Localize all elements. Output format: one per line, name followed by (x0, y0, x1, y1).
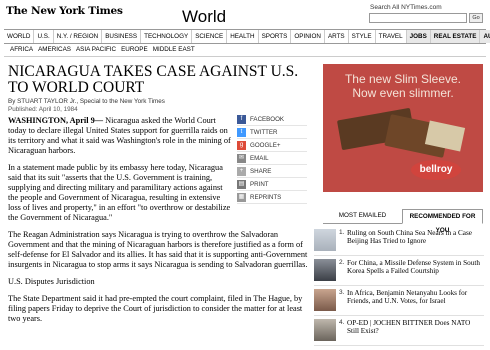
share-print-button[interactable]: ▤ PRINT (237, 178, 307, 191)
ad-subheadline: Now even slimmer. (352, 86, 454, 100)
subnav-item-middle-east[interactable]: MIDDLE EAST (153, 45, 195, 54)
article-subheading: U.S. Disputes Jurisdiction (8, 277, 95, 286)
recommended-item[interactable]: 3. In Africa, Benjamin Netanyahu Looks fo… (314, 286, 484, 316)
recommended-thumbnail[interactable] (314, 289, 336, 311)
article-paragraph: The Reagan Administration says Nicaragua… (8, 230, 308, 269)
recommended-rank: 3. (339, 289, 345, 296)
share-label: REPRINTS (250, 193, 282, 201)
share-twitter-button[interactable]: t TWITTER (237, 126, 307, 139)
nav-item-world[interactable]: WORLD (4, 30, 35, 43)
recommended-rank: 4. (339, 319, 345, 326)
search-label: Search All NYTimes.com (370, 4, 442, 11)
subnav-divider (4, 56, 486, 57)
share-tools: f FACEBOOK t TWITTER g GOOGLE+ ✉ EMAIL + SHARE ▤ PR… (237, 113, 307, 204)
popular-tabs: MOST EMAILED RECOMMENDED FOR YOU (323, 209, 483, 234)
share-label: TWITTER (250, 128, 278, 136)
tab-most-emailed[interactable]: MOST EMAILED (323, 209, 402, 224)
recommended-thumbnail[interactable] (314, 319, 336, 341)
reprints-icon: ▦ (237, 192, 246, 202)
recommended-thumbnail[interactable] (314, 229, 336, 251)
nav-item-jobs[interactable]: JOBS (406, 30, 431, 43)
ad-headline: The new Slim Sleeve. (344, 72, 462, 86)
nav-item-n-y-region[interactable]: N.Y. / REGION (54, 30, 103, 43)
nav-item-autos[interactable]: AUTOS (480, 30, 490, 43)
nav-item-business[interactable]: BUSINESS (102, 30, 142, 43)
nav-item-style[interactable]: STYLE (349, 30, 376, 43)
recommended-thumbnail[interactable] (314, 259, 336, 281)
article-dateline: WASHINGTON, April 9— (8, 116, 104, 125)
nav-item-health[interactable]: HEALTH (227, 30, 259, 43)
share-label: PRINT (250, 180, 269, 188)
google-plus-icon: g (237, 140, 246, 150)
article-headline: NICARAGUA TAKES CASE AGAINST U.S. TO WOR… (8, 63, 299, 96)
world-subnav: AFRICA AMERICAS ASIA PACIFIC EUROPE MIDDLE E… (10, 45, 200, 54)
facebook-icon: f (237, 114, 246, 124)
nav-item-opinion[interactable]: OPINION (291, 30, 325, 43)
nav-divider (4, 43, 486, 44)
masthead-logo[interactable]: The New York Times (6, 5, 123, 17)
subnav-item-africa[interactable]: AFRICA (10, 45, 33, 54)
twitter-icon: t (237, 127, 246, 137)
tab-recommended[interactable]: RECOMMENDED FOR YOU (402, 209, 483, 234)
share-google-button[interactable]: g GOOGLE+ (237, 139, 307, 152)
ad-brand-logo: bellroy (411, 160, 461, 180)
share-label: SHARE (250, 167, 272, 175)
nav-item-real-estate[interactable]: REAL ESTATE (430, 30, 481, 43)
subnav-item-asia-pacific[interactable]: ASIA PACIFIC (76, 45, 116, 54)
recommended-headline-link[interactable]: In Africa, Benjamin Netanyahu Looks for … (347, 289, 482, 305)
nav-item-u-s[interactable]: U.S. (34, 30, 54, 43)
article-paragraph: In a statement made public by its embass… (8, 163, 231, 222)
email-icon: ✉ (237, 153, 246, 163)
share-facebook-button[interactable]: f FACEBOOK (237, 113, 307, 126)
subnav-item-europe[interactable]: EUROPE (121, 45, 148, 54)
recommended-headline-link[interactable]: OP-ED | JOCHEN BITTNER Does NATO Still E… (347, 319, 482, 335)
nav-item-arts[interactable]: ARTS (325, 30, 349, 43)
share-icon: + (237, 166, 246, 176)
recommended-list: 1. Ruling on South China Sea Nears in a C… (314, 226, 484, 346)
nav-item-science[interactable]: SCIENCE (192, 30, 228, 43)
section-nav: WORLD U.S. N.Y. / REGION BUSINESS TECHNOLOGY… (4, 30, 490, 43)
subnav-item-americas[interactable]: AMERICAS (38, 45, 71, 54)
recommended-item[interactable]: 4. OP-ED | JOCHEN BITTNER Does NATO Still… (314, 316, 484, 346)
recommended-headline-link[interactable]: Ruling on South China Sea Nears in a Cas… (347, 229, 482, 245)
recommended-rank: 2. (339, 259, 345, 266)
share-share-button[interactable]: + SHARE (237, 165, 307, 178)
recommended-item[interactable]: 2. For China, a Missile Defense System in… (314, 256, 484, 286)
share-label: EMAIL (250, 154, 269, 162)
article-byline: By STUART TAYLOR Jr., Special to the New… (8, 98, 165, 105)
share-label: FACEBOOK (250, 115, 285, 123)
share-reprints-button[interactable]: ▦ REPRINTS (237, 191, 307, 204)
recommended-headline-link[interactable]: For China, a Missile Defense System in S… (347, 259, 482, 275)
article-paragraph: The State Department said it had pre-emp… (8, 294, 303, 323)
article-paragraph: WASHINGTON, April 9— Nicaragua asked the… (8, 116, 233, 156)
recommended-rank: 1. (339, 229, 345, 236)
section-title[interactable]: World (182, 7, 226, 27)
nav-item-travel[interactable]: TRAVEL (376, 30, 407, 43)
nav-item-technology[interactable]: TECHNOLOGY (141, 30, 193, 43)
article-published-date: Published: April 10, 1984 (8, 106, 78, 113)
print-icon: ▤ (237, 179, 246, 189)
share-label: GOOGLE+ (250, 141, 281, 149)
recommended-item[interactable]: 1. Ruling on South China Sea Nears in a C… (314, 226, 484, 256)
search-input[interactable] (369, 13, 467, 23)
advertisement[interactable]: The new Slim Sleeve. Now even slimmer. b… (323, 64, 483, 192)
share-email-button[interactable]: ✉ EMAIL (237, 152, 307, 165)
search-go-button[interactable]: Go (469, 13, 483, 23)
nav-item-sports[interactable]: SPORTS (259, 30, 292, 43)
